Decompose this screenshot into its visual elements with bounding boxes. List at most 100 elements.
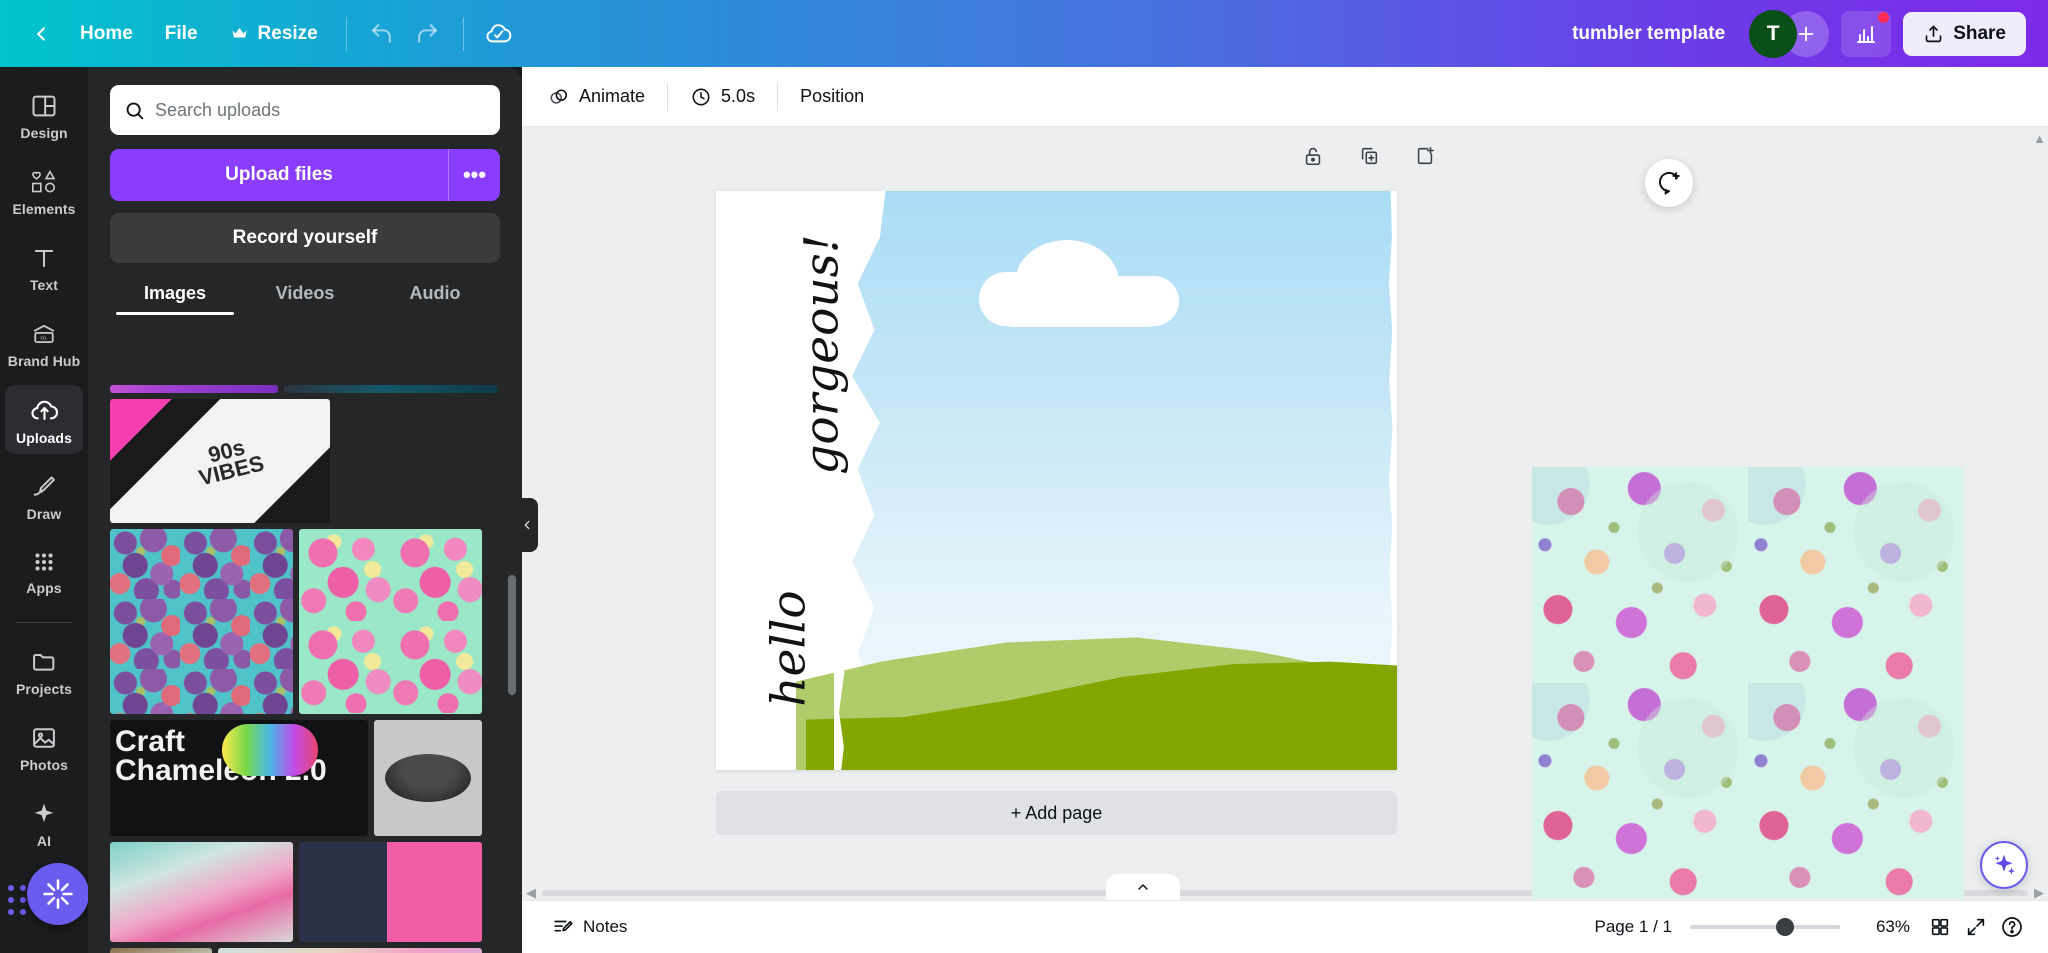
redo-button[interactable] (405, 11, 451, 57)
drag-grip-icon[interactable] (8, 885, 26, 915)
floral-pattern-overlay[interactable] (1532, 467, 1964, 899)
folder-icon (33, 654, 55, 671)
sidebar-item-apps[interactable]: Apps (5, 538, 83, 604)
duplicate-page-icon (1361, 147, 1378, 165)
sidebar-item-label: Apps (26, 580, 62, 596)
notes-pencil-icon (554, 920, 573, 932)
undo-button[interactable] (359, 11, 405, 57)
list-item[interactable] (110, 529, 293, 714)
animate-button[interactable]: Animate (534, 77, 659, 117)
duplicate-page-button[interactable] (1354, 141, 1384, 171)
comment-add-icon (1658, 171, 1680, 195)
list-item[interactable] (299, 529, 482, 714)
help-button[interactable] (1994, 909, 2030, 945)
uploads-tabs: Images Videos Audio (110, 283, 500, 315)
duration-button[interactable]: 5.0s (676, 77, 769, 117)
add-comment-button[interactable] (1645, 159, 1693, 207)
cloud-shape (979, 240, 1179, 327)
list-item[interactable]: Craft Chameleon 2.0 (110, 720, 368, 836)
clock-icon (692, 88, 710, 105)
list-item[interactable] (299, 842, 482, 942)
magic-studio-button[interactable] (27, 863, 88, 925)
unlock-icon (1305, 147, 1321, 166)
avatar[interactable]: T (1749, 9, 1798, 58)
tab-audio[interactable]: Audio (370, 283, 500, 315)
upload-files-button[interactable]: Upload files (110, 149, 448, 201)
left-rail: Design Elements Text co. Brand Hub Uploa… (0, 67, 88, 953)
sidebar-item-ai[interactable]: AI (5, 789, 83, 857)
unlock-button[interactable] (1298, 141, 1328, 171)
uploads-scrollbar-thumb[interactable] (508, 575, 516, 695)
duration-label: 5.0s (721, 86, 756, 106)
list-item[interactable] (284, 385, 498, 393)
notes-label: Notes (583, 917, 628, 936)
sidebar-item-draw[interactable]: Draw (5, 462, 83, 530)
resize-label: Resize (257, 22, 318, 44)
zoom-slider-knob[interactable] (1776, 918, 1794, 936)
file-menu-button[interactable]: File (149, 14, 214, 54)
add-page-button[interactable] (1410, 141, 1440, 171)
question-circle-icon (2002, 917, 2022, 937)
ai-assistant-button[interactable] (1980, 841, 2028, 889)
design-text-gorgeous[interactable]: gorgeous! (795, 225, 850, 485)
list-item[interactable]: 90s VIBES (110, 399, 330, 523)
zoom-slider[interactable] (1690, 918, 1840, 936)
collapse-panel-button[interactable] (516, 498, 538, 552)
animate-label: Animate (579, 86, 646, 106)
magic-sparkle-icon (1994, 854, 2015, 875)
undo-icon (372, 24, 392, 43)
layout-icon (32, 95, 56, 117)
grid-view-button[interactable] (1922, 909, 1958, 945)
canvas-scroll-up-arrow[interactable]: ▲ (2033, 131, 2046, 146)
chevron-up-icon (1138, 884, 1148, 890)
back-button[interactable] (18, 11, 64, 57)
position-button[interactable]: Position (786, 77, 878, 116)
document-title[interactable]: tumbler template (1560, 15, 1737, 53)
editor-toolbar-divider-2 (777, 82, 779, 111)
sidebar-item-uploads[interactable]: Uploads (5, 385, 83, 454)
design-page[interactable]: gorgeous! hello (716, 191, 1397, 770)
sidebar-item-photos[interactable]: Photos (5, 713, 83, 781)
upload-more-options-button[interactable]: ••• (448, 149, 500, 201)
shapes-icon (31, 169, 56, 193)
insights-button[interactable] (1841, 10, 1892, 57)
chevron-left-icon (524, 520, 530, 530)
list-item[interactable] (110, 842, 293, 942)
sidebar-item-projects[interactable]: Projects (5, 637, 83, 705)
sidebar-item-label: Projects (15, 681, 73, 697)
list-item[interactable] (374, 720, 482, 836)
list-item[interactable] (110, 385, 278, 393)
list-item[interactable] (218, 948, 482, 953)
sidebar-item-text[interactable]: Text (5, 233, 83, 301)
grid-view-icon (1931, 918, 1949, 936)
uploads-scrollbar-track[interactable] (508, 385, 516, 943)
share-button[interactable]: Share (1903, 11, 2026, 56)
record-yourself-button[interactable]: Record yourself (110, 213, 500, 263)
top-toolbar-right: tumbler template T Share (1560, 9, 2048, 58)
animate-circles-icon (550, 88, 568, 104)
search-input[interactable] (155, 99, 486, 121)
add-page-bar[interactable]: + Add page (716, 791, 1397, 835)
collaborator-avatars: T (1749, 9, 1830, 58)
sidebar-item-brand-hub[interactable]: co. Brand Hub (5, 309, 83, 377)
resize-button[interactable]: Resize (214, 14, 334, 54)
cloud-upload-icon (30, 400, 58, 420)
search-uploads-box[interactable] (110, 85, 500, 135)
list-item[interactable] (110, 948, 212, 953)
collapse-canvas-pane-button[interactable] (1106, 874, 1180, 900)
scroll-left-arrow[interactable]: ◀ (526, 885, 536, 900)
tab-videos[interactable]: Videos (240, 283, 370, 315)
uploads-panel: Upload files ••• Record yourself Images … (88, 67, 522, 953)
home-button[interactable]: Home (64, 14, 149, 54)
sidebar-item-design[interactable]: Design (5, 81, 83, 149)
scroll-right-arrow[interactable]: ▶ (2034, 885, 2044, 900)
canvas-area[interactable]: gorgeous! hello + Add page ▲ ◀ ▶ (522, 127, 2048, 900)
cloud-saved-button[interactable] (476, 11, 522, 57)
tab-images[interactable]: Images (110, 283, 240, 315)
top-toolbar: Home File Resize tumbler template T Shar… (0, 0, 2048, 67)
fullscreen-button[interactable] (1958, 909, 1994, 945)
zoom-percent-label[interactable]: 63% (1852, 917, 1910, 937)
notes-button[interactable]: Notes (540, 908, 639, 946)
design-text-hello[interactable]: hello (762, 539, 817, 759)
sidebar-item-elements[interactable]: Elements (5, 157, 83, 225)
